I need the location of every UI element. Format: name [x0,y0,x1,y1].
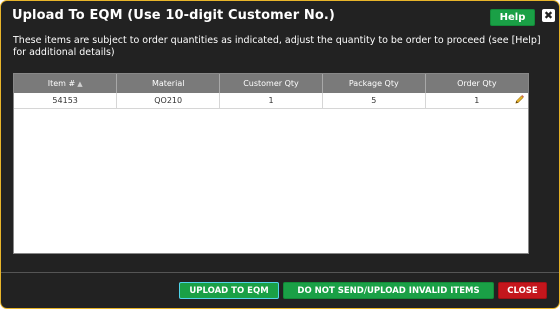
pencil-icon[interactable] [514,94,525,105]
upload-dialog: Upload To EQM (Use 10-digit Customer No.… [0,0,560,309]
cell-item: 54153 [14,93,118,109]
column-header-order-qty[interactable]: Order Qty [425,74,528,93]
close-button[interactable]: CLOSE [498,282,547,299]
dialog-title: Upload To EQM (Use 10-digit Customer No.… [12,8,335,23]
dialog-message: These items are subject to order quantit… [13,35,541,58]
do-not-send-invalid-button[interactable]: DO NOT SEND/UPLOAD INVALID ITEMS [283,282,494,299]
table-header-row: Item # ▲ Material Customer Qty Package Qt… [14,74,528,93]
column-header-item[interactable]: Item # ▲ [14,74,118,93]
table-row[interactable]: 54153 QO210 1 5 1 [14,93,528,109]
cell-order-qty[interactable]: 1 [425,93,528,109]
sort-icon[interactable]: ▲ [77,80,82,88]
cell-customer-qty: 1 [219,93,323,109]
items-table: Item # ▲ Material Customer Qty Package Qt… [14,74,528,109]
column-header-material[interactable]: Material [116,74,221,93]
cell-package-qty: 5 [322,93,426,109]
dialog-titlebar: Upload To EQM (Use 10-digit Customer No.… [1,1,559,31]
items-grid: Item # ▲ Material Customer Qty Package Qt… [13,73,529,254]
upload-to-eqm-button[interactable]: UPLOAD TO EQM [179,282,279,299]
help-button[interactable]: Help [490,9,535,26]
order-qty-value: 1 [474,96,480,105]
column-header-package-qty[interactable]: Package Qty [322,74,426,93]
footer-divider [1,272,559,273]
column-header-customer-qty[interactable]: Customer Qty [219,74,323,93]
close-icon[interactable]: ✖ [542,9,555,22]
cell-material: QO210 [116,93,221,109]
